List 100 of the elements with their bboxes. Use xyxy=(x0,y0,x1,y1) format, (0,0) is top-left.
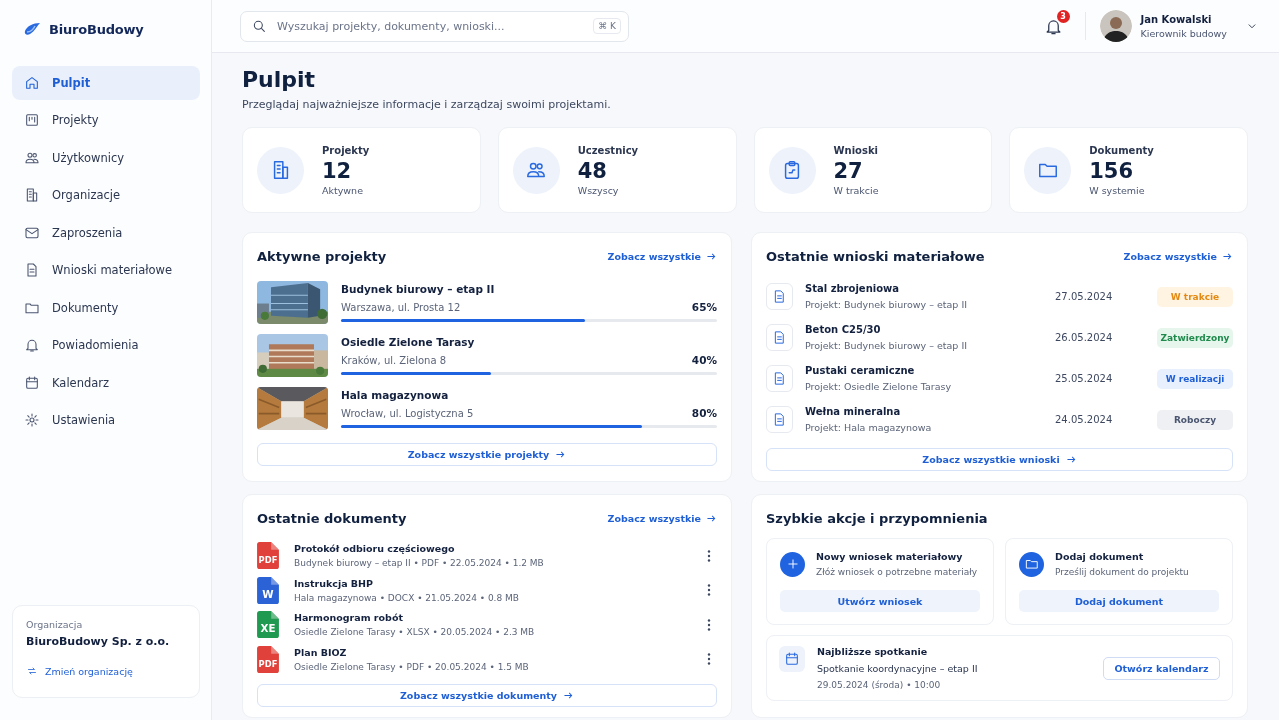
board-icon xyxy=(24,112,40,129)
action-button[interactable]: Dodaj dokument xyxy=(1019,590,1219,613)
stat-value: 27 xyxy=(833,158,864,183)
switch-organization-link[interactable]: Zmień organizację xyxy=(26,665,186,677)
request-date: 25.05.2024 xyxy=(1055,373,1114,385)
document-icon xyxy=(766,324,793,352)
settings-icon xyxy=(24,412,40,429)
calendar-icon xyxy=(779,646,805,673)
progress-percent: 65% xyxy=(691,301,717,314)
see-all-link[interactable]: Zobacz wszystkie xyxy=(1123,250,1233,262)
document-meta: Osiedle Zielone Tarasy • XLSX • 20.05.2024 • 2.3 MB xyxy=(294,627,536,638)
page-title: Pulpit xyxy=(242,67,317,94)
document-icon xyxy=(766,406,793,434)
document-icon xyxy=(766,283,793,311)
stat-label: Wnioski xyxy=(833,144,879,156)
sidebar-item[interactable]: Organizacje xyxy=(12,178,200,212)
folder-icon xyxy=(1019,551,1044,577)
sidebar-item[interactable]: Kalendarz xyxy=(12,366,200,400)
open-calendar-button[interactable]: Otwórz kalendarz xyxy=(1103,656,1220,680)
see-all-button[interactable]: Zobacz wszystkie wnioski xyxy=(766,448,1233,472)
request-name: Pustaki ceramiczne xyxy=(805,365,916,377)
document-name: Protokół odbioru częściowego xyxy=(294,543,456,555)
document-meta: Osiedle Zielone Tarasy • PDF • 20.05.2024 • 1.5 MB xyxy=(294,661,530,672)
status-badge: W trakcie xyxy=(1157,286,1233,307)
user-name: Jan Kowalski xyxy=(1140,13,1213,25)
avatar[interactable] xyxy=(1099,10,1132,42)
sidebar-item[interactable]: Zaproszenia xyxy=(12,216,200,250)
notification-count: 3 xyxy=(1056,9,1070,23)
request-project: Projekt: Budynek biurowy – etap II xyxy=(805,340,968,352)
project-address: Kraków, ul. Zielona 8 xyxy=(341,355,447,367)
more-icon[interactable] xyxy=(707,618,711,631)
more-icon[interactable] xyxy=(707,549,711,562)
panel-title: Ostatnie dokumenty xyxy=(257,510,407,526)
calendar-icon xyxy=(24,374,40,391)
file-icon: W xyxy=(257,576,279,604)
file-icon: PDF xyxy=(257,645,279,673)
stat-value: 48 xyxy=(577,158,608,183)
building-icon xyxy=(257,146,304,194)
project-address: Warszawa, ul. Prosta 12 xyxy=(341,302,461,314)
user-role: Kierownik budowy xyxy=(1140,27,1227,39)
stat-note: Aktywne xyxy=(322,184,364,196)
logo-icon xyxy=(24,22,41,36)
request-project: Projekt: Hala magazynowa xyxy=(805,422,933,434)
action-description: Złóż wniosek o potrzebne materiały xyxy=(816,567,978,578)
sidebar-item[interactable]: Dokumenty xyxy=(12,291,200,325)
project-name: Hala magazynowa xyxy=(341,389,450,402)
see-all-button[interactable]: Zobacz wszystkie dokumenty xyxy=(257,684,717,708)
request-date: 24.05.2024 xyxy=(1055,414,1114,426)
project-name: Budynek biurowy – etap II xyxy=(341,283,496,296)
document-icon xyxy=(24,262,40,279)
bell-icon xyxy=(24,337,40,354)
panel-title: Aktywne projekty xyxy=(257,248,387,264)
request-project: Projekt: Osiedle Zielone Tarasy xyxy=(805,381,953,393)
see-all-button[interactable]: Zobacz wszystkie projekty xyxy=(257,443,717,467)
stat-note: Wszyscy xyxy=(577,184,620,196)
request-date: 27.05.2024 xyxy=(1055,291,1114,303)
sidebar-item[interactable]: Pulpit xyxy=(12,66,200,100)
action-title: Nowy wniosek materiałowy xyxy=(816,551,964,563)
project-address: Wrocław, ul. Logistyczna 5 xyxy=(341,408,474,420)
brand-name: BiuroBudowy xyxy=(49,21,144,37)
stat-value: 156 xyxy=(1089,158,1135,183)
more-icon[interactable] xyxy=(707,584,711,597)
meeting-name: Spotkanie koordynacyjne – etap II xyxy=(817,663,979,675)
document-icon xyxy=(766,365,793,393)
page-subtitle: Przeglądaj najważniejsze informacje i zarządzaj swoimi projektami. xyxy=(242,98,612,112)
action-button[interactable]: Utwórz wniosek xyxy=(780,590,980,613)
sidebar-item[interactable]: Użytkownicy xyxy=(12,141,200,175)
swap-icon xyxy=(26,665,38,677)
document-name: Plan BIOZ xyxy=(294,646,348,658)
file-icon: XE xyxy=(257,611,279,639)
more-icon[interactable] xyxy=(707,653,711,666)
progress-percent: 40% xyxy=(691,354,717,367)
building-icon xyxy=(24,187,40,204)
home-icon xyxy=(24,74,40,91)
stat-value: 12 xyxy=(322,158,353,183)
sidebar-item[interactable]: Wnioski materiałowe xyxy=(12,253,200,287)
organization-label: Organizacja xyxy=(26,619,84,630)
see-all-link[interactable]: Zobacz wszystkie xyxy=(607,250,717,262)
project-name: Osiedle Zielone Tarasy xyxy=(341,336,476,349)
progress-percent: 80% xyxy=(691,407,717,420)
sidebar-item[interactable]: Projekty xyxy=(12,103,200,137)
request-date: 26.05.2024 xyxy=(1055,332,1114,344)
meeting-time: 29.05.2024 (środa) • 10:00 xyxy=(817,680,942,691)
stat-label: Uczestnicy xyxy=(577,144,639,156)
plus-icon xyxy=(780,551,805,577)
status-badge: Roboczy xyxy=(1157,409,1233,430)
panel-title: Ostatnie wnioski materiałowe xyxy=(766,248,985,264)
meeting-title: Najbliższe spotkanie xyxy=(817,646,929,658)
sidebar-item[interactable]: Powiadomienia xyxy=(12,328,200,362)
sidebar-item[interactable]: Ustawienia xyxy=(12,403,200,437)
panel-title: Szybkie akcje i przypomnienia xyxy=(766,510,988,526)
stat-label: Dokumenty xyxy=(1089,144,1154,156)
stat-note: W systemie xyxy=(1089,184,1146,196)
see-all-link[interactable]: Zobacz wszystkie xyxy=(607,512,717,524)
file-icon: PDF xyxy=(257,542,279,570)
document-meta: Budynek biurowy – etap II • PDF • 22.05.2024 • 1.2 MB xyxy=(294,558,545,569)
status-badge: W realizacji xyxy=(1157,368,1233,389)
action-title: Dodaj dokument xyxy=(1055,551,1145,563)
document-name: Instrukcja BHP xyxy=(294,577,375,589)
document-name: Harmonogram robót xyxy=(294,612,404,624)
